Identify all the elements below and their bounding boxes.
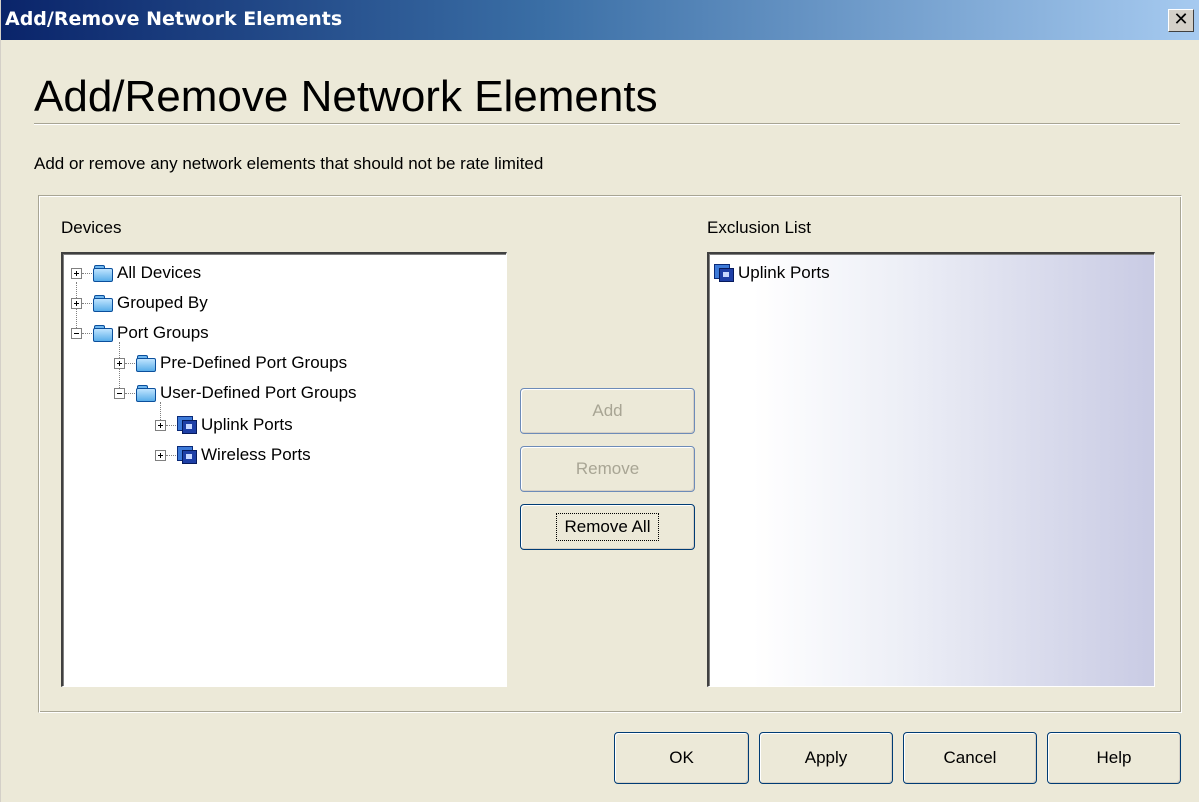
window-title: Add/Remove Network Elements [5, 8, 343, 30]
close-button[interactable]: ✕ [1168, 9, 1194, 32]
exclusion-item-label: Uplink Ports [738, 263, 830, 282]
devices-tree[interactable]: All Devices Grouped By Port Groups Pre-D… [61, 252, 507, 687]
exclusion-list-label: Exclusion List [707, 218, 811, 237]
tree-node-grouped-by[interactable]: Grouped By [71, 288, 208, 318]
expand-icon[interactable] [155, 419, 166, 431]
tree-node-label: Uplink Ports [201, 415, 293, 434]
expand-icon[interactable] [114, 357, 125, 369]
tree-node-all-devices[interactable]: All Devices [71, 258, 201, 288]
tree-node-label: User-Defined Port Groups [160, 383, 357, 402]
heading-divider [34, 123, 1180, 125]
help-button[interactable]: Help [1047, 732, 1181, 784]
collapse-icon[interactable] [114, 387, 125, 399]
add-button-label: Add [592, 401, 623, 420]
tree-node-label: Wireless Ports [201, 445, 311, 464]
open-folder-icon [136, 385, 156, 402]
tree-node-port-groups[interactable]: Port Groups [71, 318, 209, 348]
cancel-button-label: Cancel [943, 748, 997, 767]
remove-all-button-label: Remove All [555, 513, 660, 541]
port-group-icon [177, 416, 197, 434]
apply-button-label: Apply [804, 748, 848, 767]
port-group-icon [714, 264, 734, 282]
page-title: Add/Remove Network Elements [34, 72, 658, 121]
expand-icon[interactable] [71, 267, 82, 279]
tree-node-user-defined-port-groups[interactable]: User-Defined Port Groups [114, 378, 357, 408]
add-remove-network-elements-dialog: Add/Remove Network Elements ✕ Add/Remove… [0, 0, 1199, 802]
port-group-icon [177, 446, 197, 464]
folder-icon [136, 355, 156, 372]
remove-all-button[interactable]: Remove All [520, 504, 695, 550]
remove-button-label: Remove [575, 459, 640, 478]
devices-label: Devices [61, 218, 122, 237]
title-bar[interactable]: Add/Remove Network Elements ✕ [1, 0, 1199, 40]
close-icon: ✕ [1173, 9, 1189, 30]
ok-button-label: OK [669, 748, 694, 767]
tree-node-label: Pre-Defined Port Groups [160, 353, 348, 372]
add-button[interactable]: Add [520, 388, 695, 434]
exclusion-item-uplink-ports[interactable]: Uplink Ports [713, 258, 830, 288]
tree-node-label: Port Groups [117, 323, 209, 342]
help-button-label: Help [1096, 748, 1132, 767]
cancel-button[interactable]: Cancel [903, 732, 1037, 784]
folder-icon [93, 265, 113, 282]
collapse-icon[interactable] [71, 327, 82, 339]
exclusion-list[interactable]: Uplink Ports [707, 252, 1155, 687]
expand-icon[interactable] [155, 449, 166, 461]
tree-node-uplink-ports[interactable]: Uplink Ports [155, 410, 293, 440]
folder-icon [93, 295, 113, 312]
description-text: Add or remove any network elements that … [34, 154, 544, 173]
open-folder-icon [93, 325, 113, 342]
tree-node-wireless-ports[interactable]: Wireless Ports [155, 440, 311, 470]
apply-button[interactable]: Apply [759, 732, 893, 784]
tree-node-label: All Devices [117, 263, 202, 282]
tree-node-label: Grouped By [117, 293, 208, 312]
ok-button[interactable]: OK [614, 732, 749, 784]
tree-node-pre-defined-port-groups[interactable]: Pre-Defined Port Groups [114, 348, 347, 378]
remove-button[interactable]: Remove [520, 446, 695, 492]
expand-icon[interactable] [71, 297, 82, 309]
